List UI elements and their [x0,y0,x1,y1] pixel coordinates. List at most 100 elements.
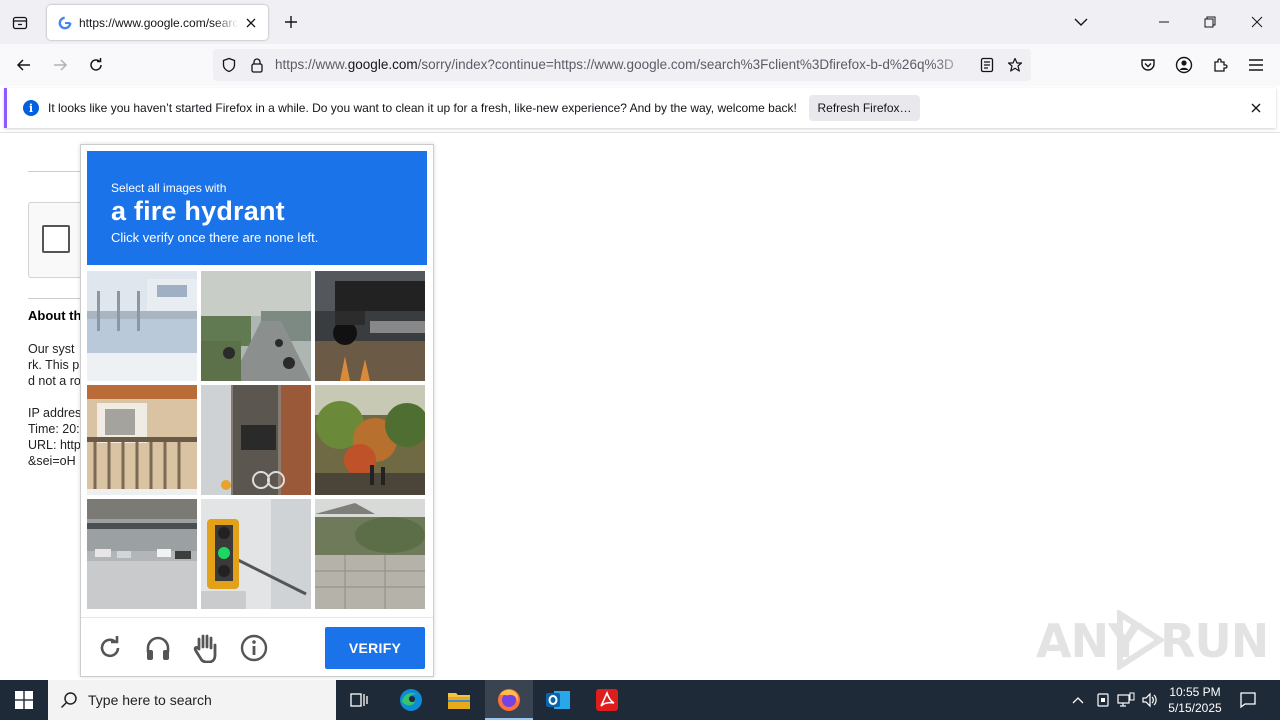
tab-strip: https://www.google.com/search?client=fir… [0,0,1280,44]
menu-button[interactable] [1242,51,1270,79]
arrow-right-icon [54,59,68,71]
captcha-tile-parking-lot[interactable] [87,499,197,609]
anyrun-watermark: ANY RUN [1036,608,1269,672]
captcha-tile-stone-wall[interactable] [315,499,425,609]
arrow-left-icon [16,59,30,71]
lock-icon[interactable] [248,56,266,74]
restore-icon [1204,16,1216,28]
url-path: /sorry/index?continue=https://www.google… [417,57,954,72]
report-problem-button[interactable] [191,633,221,663]
challenge-hint: Click verify once there are none left. [111,230,319,245]
notification-center-icon [1240,692,1256,709]
refresh-firefox-button[interactable]: Refresh Firefox… [809,95,920,121]
body-line: Our syst [28,342,75,356]
clock-date: 5/15/2025 [1168,701,1222,715]
refresh-icon [100,636,120,658]
url-text[interactable]: https://www.google.com/sorry/index?conti… [275,57,975,72]
show-hidden-icons-button[interactable] [1068,690,1088,710]
captcha-tile-balcony[interactable] [87,385,197,495]
minimize-icon [1159,21,1169,23]
challenge-footer: VERIFY [81,617,433,677]
challenge-header: Select all images with a fire hydrant Cl… [87,151,427,265]
page-body-text: Our syst rk. This p d not a ro IP addres… [28,341,81,469]
info-circle-icon [240,634,268,662]
start-button[interactable] [0,680,48,720]
navigation-toolbar: https://www.google.com/sorry/index?conti… [0,44,1280,86]
divider [28,171,88,172]
firefox-view-icon [12,16,28,30]
notifications-button[interactable] [1238,690,1258,710]
recaptcha-checkbox[interactable] [42,225,70,253]
hamburger-menu-icon [1249,59,1263,71]
divider [28,298,88,299]
url-bar[interactable]: https://www.google.com/sorry/index?conti… [213,49,1031,81]
task-view-button[interactable] [336,680,384,720]
close-window-button[interactable] [1234,0,1280,44]
list-all-tabs-button[interactable] [1058,0,1104,44]
challenge-target: a fire hydrant [111,196,285,226]
reader-view-icon[interactable] [978,56,996,74]
taskbar-search[interactable]: Type here to search [48,680,336,720]
puzzle-icon [1214,58,1228,72]
audio-challenge-button[interactable] [143,633,173,663]
reload-button[interactable] [82,51,110,79]
about-heading: About th [28,308,82,323]
captcha-tile-doorway-bicycle[interactable] [201,385,311,495]
folder-icon [448,693,470,709]
tray-device-icon[interactable] [1093,690,1113,710]
notification-close-icon[interactable] [1247,99,1265,117]
restore-button[interactable] [1187,0,1233,44]
captcha-tile-traffic-light[interactable] [201,499,311,609]
bookmark-star-icon[interactable] [1006,56,1024,74]
captcha-tile-parked-motorcycle[interactable] [315,271,425,381]
back-button[interactable] [10,51,38,79]
challenge-instruction: Select all images with [111,181,227,195]
body-line: URL: http [28,438,81,452]
firefox-icon [498,689,520,711]
extensions-button[interactable] [1206,51,1234,79]
captcha-tile-autumn-trees[interactable] [315,385,425,495]
captcha-tile-motorcycles[interactable] [201,271,311,381]
tracking-protection-shield-icon[interactable] [220,56,238,74]
clock-time: 10:55 PM [1169,685,1221,699]
forward-button[interactable] [46,51,74,79]
recaptcha-challenge: Select all images with a fire hydrant Cl… [80,144,434,677]
taskbar-firefox[interactable] [485,680,533,720]
body-line [28,389,81,405]
reload-icon [90,58,102,71]
firefox-view-button[interactable] [6,9,34,37]
taskbar-acrobat[interactable] [583,680,631,720]
volume-icon[interactable] [1140,690,1160,710]
taskbar-clock[interactable]: 10:55 PM 5/15/2025 [1160,684,1230,716]
body-line: IP addres [28,406,82,420]
windows-taskbar: Type here to search 10:55 PM 5/15/2025 [0,680,1280,720]
tab-close-icon[interactable] [242,14,260,32]
headphones-icon [146,636,170,660]
recaptcha-widget [28,202,88,278]
tab-title: https://www.google.com/search?client=fir… [79,15,238,30]
watermark-right-text: RUN [1160,614,1269,668]
notification-text: It looks like you haven’t started Firefo… [48,101,797,115]
help-button[interactable] [239,633,269,663]
new-tab-button[interactable] [278,9,304,35]
active-tab[interactable]: https://www.google.com/search?client=fir… [47,5,268,40]
account-button[interactable] [1170,51,1198,79]
captcha-tile-bus-stop[interactable] [87,271,197,381]
acrobat-icon [596,689,618,711]
pocket-button[interactable] [1134,51,1162,79]
network-icon[interactable] [1116,690,1136,710]
task-view-icon [350,693,368,707]
taskbar-outlook[interactable] [534,680,582,720]
minimize-button[interactable] [1141,0,1187,44]
windows-logo-icon [15,691,33,709]
body-line: Time: 20: [28,422,80,436]
verify-button[interactable]: VERIFY [325,627,425,669]
body-line: d not a ro [28,374,81,388]
taskbar-edge[interactable] [387,680,435,720]
edge-icon [400,689,422,711]
taskbar-file-explorer[interactable] [435,680,483,720]
reload-challenge-button[interactable] [95,633,125,663]
google-favicon-icon [57,15,73,31]
plus-icon [285,16,297,28]
url-prefix: https://www. [275,57,348,72]
